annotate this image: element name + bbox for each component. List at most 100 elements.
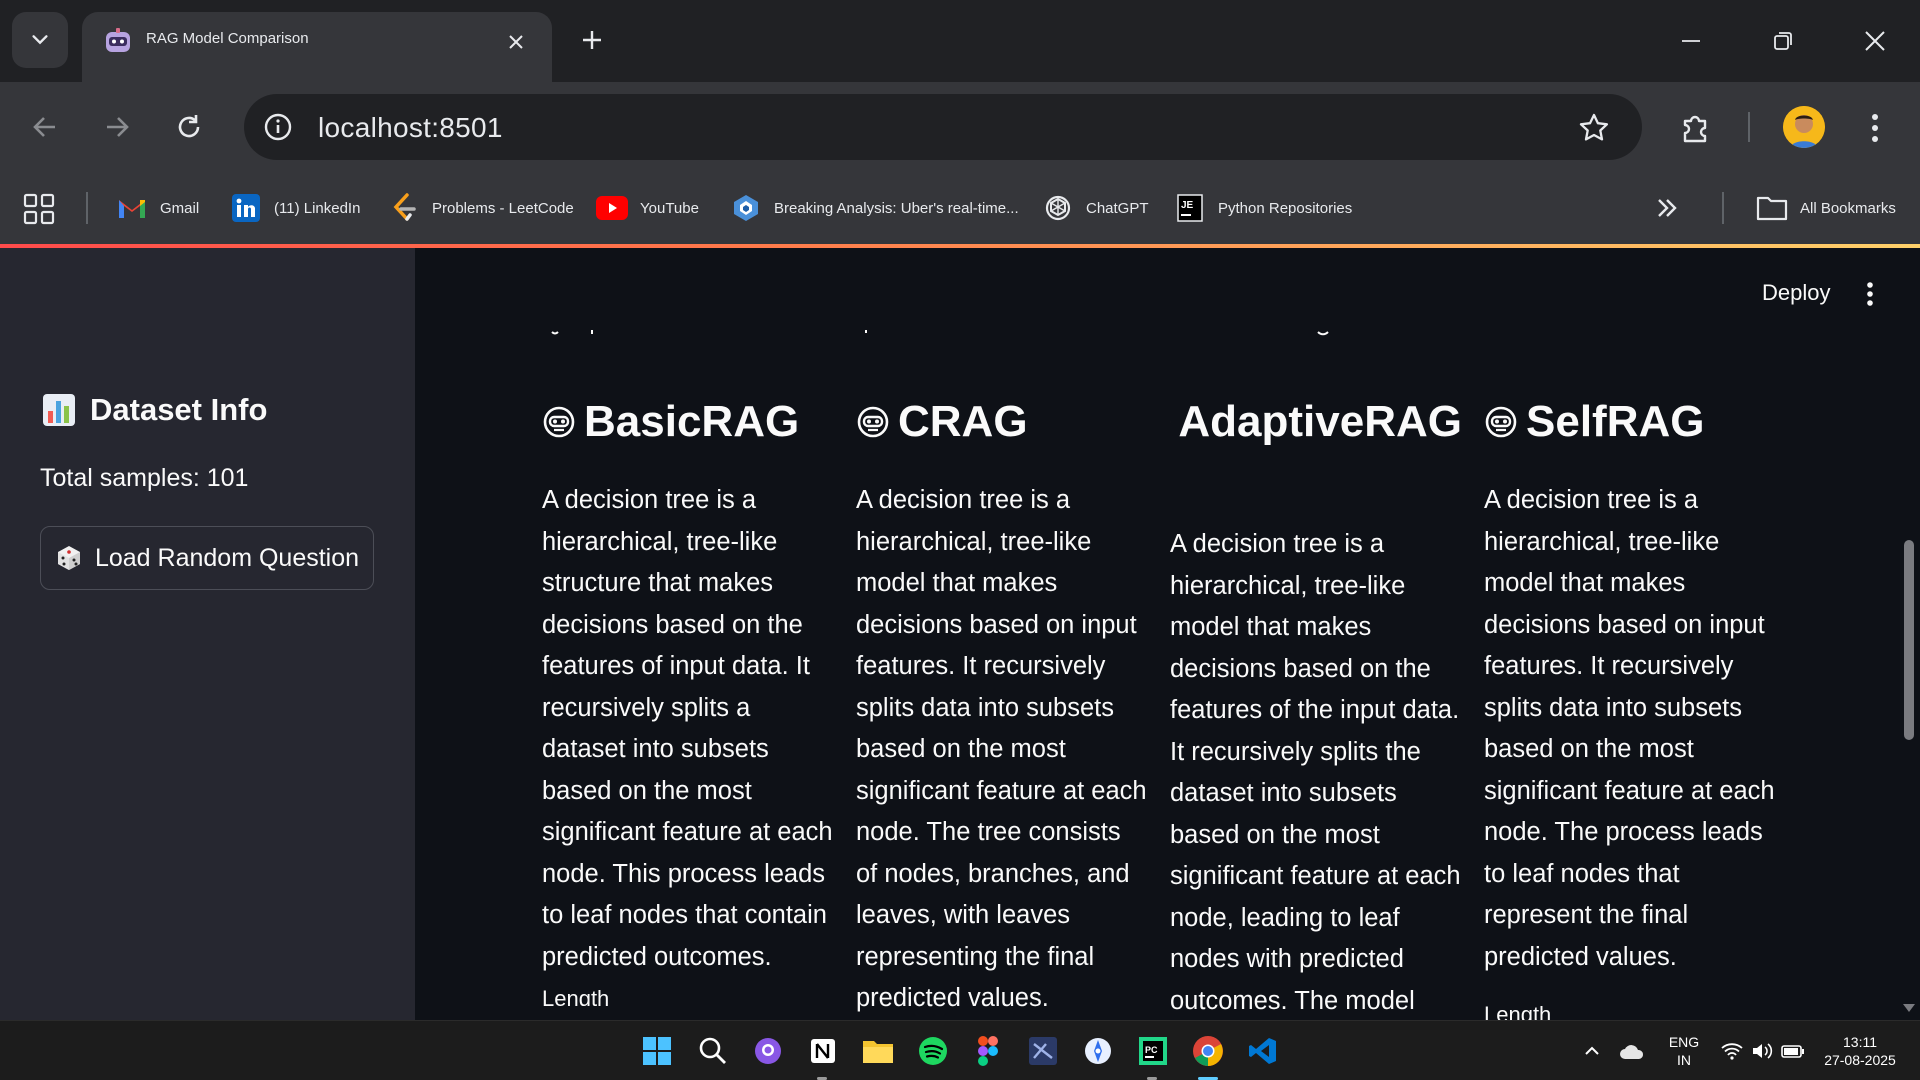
taskbar-figma[interactable] <box>968 1031 1008 1071</box>
pycharm-icon: PC <box>1139 1037 1167 1065</box>
spotify-icon <box>919 1037 947 1065</box>
start-button[interactable] <box>637 1031 677 1071</box>
minimize-button[interactable] <box>1668 18 1714 64</box>
bookmark-label: (11) LinkedIn <box>274 199 361 217</box>
time-text: 13:11 <box>1843 1034 1877 1050</box>
new-tab-button[interactable] <box>572 20 612 60</box>
plus-icon <box>583 31 601 49</box>
robot-emoji-icon <box>543 406 575 438</box>
language-text: ENG <box>1668 1034 1700 1050</box>
model-answer: A decision tree is a hierarchical, tree-… <box>856 486 1147 1012</box>
taskbar-github-desktop[interactable] <box>748 1031 788 1071</box>
browser-tab-strip: RAG Model Comparison <box>0 0 1920 82</box>
close-window-button[interactable] <box>1852 18 1898 64</box>
taskbar-chrome[interactable] <box>1188 1031 1228 1071</box>
model-name: BasicRAG <box>584 397 800 446</box>
load-random-question-button[interactable]: Load Random Question <box>40 526 374 590</box>
robot-emoji-icon <box>1485 406 1517 438</box>
bookmark-chatgpt[interactable]: ChatGPT <box>1042 186 1149 230</box>
robot-favicon-icon <box>106 28 130 52</box>
onedrive-tray-icon[interactable] <box>1612 1031 1652 1071</box>
github-icon <box>755 1038 781 1064</box>
youtube-icon <box>596 196 628 220</box>
clipped-text-fragment <box>865 330 867 333</box>
bookmark-star-button[interactable] <box>1574 108 1614 148</box>
streamlit-app: Dataset Info Total samples: 101 Load Ran… <box>0 248 1920 1020</box>
bookmark-leetcode[interactable]: Problems - LeetCode <box>388 186 574 230</box>
taskbar-app-dark[interactable] <box>1023 1031 1063 1071</box>
bookmark-python-repositories[interactable]: JE Python Repositories <box>1174 186 1352 230</box>
active-tab[interactable]: RAG Model Comparison <box>82 12 552 82</box>
more-vertical-icon <box>1872 114 1878 142</box>
sidebar-title-text: Dataset Info <box>90 392 268 427</box>
show-hidden-icons-button[interactable] <box>1572 1031 1612 1071</box>
quick-settings-button[interactable] <box>1718 1031 1808 1071</box>
close-icon <box>509 35 523 49</box>
robot-emoji-icon <box>857 406 889 438</box>
taskbar-search-button[interactable] <box>693 1031 733 1071</box>
scroll-down-arrow-icon[interactable] <box>1902 1002 1916 1014</box>
taskbar-pycharm[interactable]: PC <box>1133 1031 1173 1071</box>
bookmarks-divider <box>1722 192 1724 224</box>
taskbar-vscode[interactable] <box>1243 1031 1283 1071</box>
bookmarks-bar: Gmail (11) LinkedIn Problems - LeetCode … <box>0 172 1920 244</box>
browser-toolbar: localhost:8501 <box>0 82 1920 172</box>
taskbar-notion[interactable] <box>803 1031 843 1071</box>
model-column-selfrag: SelfRAG A decision tree is a hierarchica… <box>1484 394 1776 1020</box>
site-info-button[interactable] <box>258 107 298 147</box>
restore-button[interactable] <box>1760 18 1806 64</box>
toolbar-divider <box>1748 112 1750 142</box>
bookmark-linkedin[interactable]: (11) LinkedIn <box>230 186 360 230</box>
bookmark-gmail[interactable]: Gmail <box>116 186 199 230</box>
double-chevron-right-icon <box>1658 199 1677 217</box>
scrollbar-thumb[interactable] <box>1904 540 1914 740</box>
column-heading: BasicRAG <box>542 394 834 450</box>
restore-icon <box>1774 32 1792 50</box>
reload-button[interactable] <box>168 106 210 148</box>
clipped-text-fragment <box>1317 331 1329 336</box>
bookmark-label: Python Repositories <box>1218 199 1353 217</box>
svg-text:PC: PC <box>1145 1045 1158 1055</box>
apps-grid-icon[interactable] <box>22 192 56 226</box>
jetbrains-icon: JE <box>1177 194 1203 222</box>
chevron-down-icon <box>32 35 48 45</box>
tab-search-button[interactable] <box>12 12 68 68</box>
sidebar-title: Dataset Info <box>42 392 267 428</box>
profile-avatar[interactable] <box>1783 106 1825 148</box>
taskbar-spotify[interactable] <box>913 1031 953 1071</box>
taskbar-file-explorer[interactable] <box>858 1031 898 1071</box>
bookmark-breaking-analysis[interactable]: Breaking Analysis: Uber's real-time... <box>730 186 1019 230</box>
siliconangle-icon <box>734 195 758 221</box>
search-icon <box>699 1037 726 1064</box>
tab-close-button[interactable] <box>502 28 530 56</box>
clock[interactable]: 13:11 27-08-2025 <box>1812 1033 1908 1069</box>
length-label: Length <box>542 986 610 1006</box>
total-samples-text: Total samples: 101 <box>40 464 249 492</box>
windows-taskbar: PC ENG IN 13:11 27-08-2025 <box>0 1020 1920 1080</box>
all-bookmarks-button[interactable]: All Bookmarks <box>1756 186 1896 230</box>
length-label: Length <box>1484 1002 1552 1020</box>
figma-icon <box>978 1036 998 1066</box>
url-text[interactable]: localhost:8501 <box>318 112 503 144</box>
bookmark-label: Gmail <box>160 199 200 217</box>
forward-button[interactable] <box>96 106 138 148</box>
sidebar: Dataset Info Total samples: 101 Load Ran… <box>0 248 415 1020</box>
wifi-icon <box>1721 1043 1743 1060</box>
more-bookmarks-button[interactable] <box>1654 186 1680 230</box>
cloud-icon <box>1620 1045 1644 1059</box>
app-main-menu-button[interactable] <box>1860 278 1880 310</box>
column-heading: AdaptiveRAG <box>1170 394 1462 450</box>
column-heading: CRAG <box>856 394 1148 450</box>
deploy-button[interactable]: Deploy <box>1762 280 1830 306</box>
language-indicator[interactable]: ENG IN <box>1666 1033 1702 1069</box>
bookmark-youtube[interactable]: YouTube <box>596 186 699 230</box>
model-name: CRAG <box>898 397 1028 446</box>
chrome-menu-button[interactable] <box>1860 106 1890 150</box>
extensions-button[interactable] <box>1674 106 1718 150</box>
bookmark-label: ChatGPT <box>1086 199 1149 217</box>
battery-icon <box>1781 1045 1804 1058</box>
taskbar-app-compass[interactable] <box>1078 1031 1118 1071</box>
back-button[interactable] <box>24 106 66 148</box>
model-answer: A decision tree is a hierarchical, tree-… <box>1484 486 1775 971</box>
address-bar[interactable]: localhost:8501 <box>244 94 1642 160</box>
